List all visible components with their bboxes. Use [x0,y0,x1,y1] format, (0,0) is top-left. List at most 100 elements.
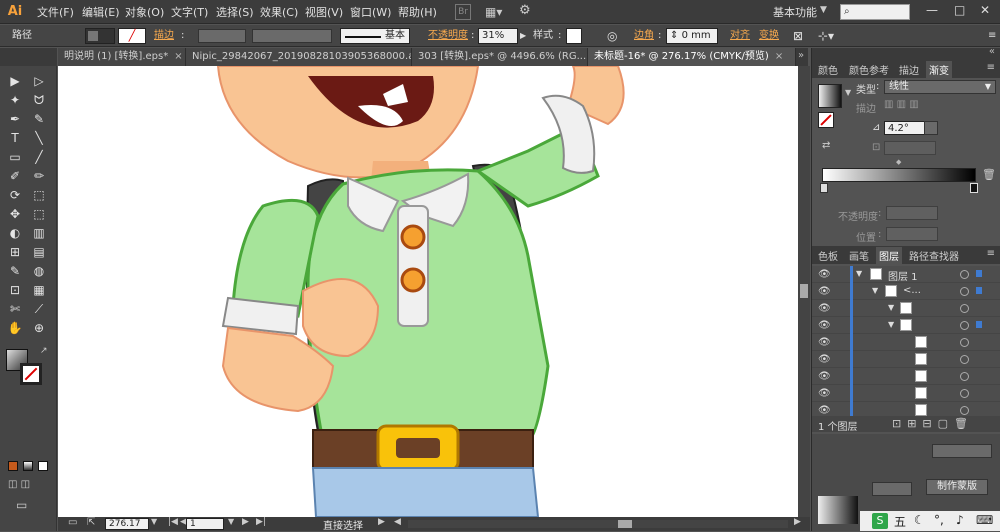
transform-button[interactable]: 变换 [759,28,779,44]
draw-mode-icon[interactable]: ◫ ◫ [8,479,30,490]
swap-colors-icon[interactable]: ↗ [40,346,48,356]
reverse-gradient-icon[interactable]: ⇄ [822,140,830,151]
layer-actions-icons[interactable]: ⊡⊞⊟▢🗑 [892,417,974,430]
tool-icon[interactable]: ✒ [6,110,24,128]
midpoint-diamond-icon[interactable]: ◆ [896,158,901,166]
minimize-button[interactable]: — [926,3,938,17]
tool-icon[interactable]: ✏ [30,167,48,185]
transparency-opacity-input[interactable] [932,444,992,458]
options-icon[interactable]: ⊹▾ [818,28,834,44]
zoom-input[interactable]: 276.17 [105,518,149,530]
status-menu-icon[interactable]: ▶ [378,517,385,527]
angle-dropdown[interactable] [924,121,938,135]
chevron-down-icon[interactable]: ▼ [228,517,234,526]
panel-menu-icon[interactable]: ≡ [988,28,996,44]
close-icon[interactable]: × [174,51,182,62]
layer-row[interactable]: 👁 [812,334,1000,351]
eye-icon[interactable]: 👁 [818,371,831,382]
gradient-position-input[interactable] [886,227,938,241]
tool-icon[interactable]: ▭ [6,148,24,166]
close-icon[interactable]: × [775,51,783,62]
menu-type[interactable]: 文字(T) [171,4,208,20]
next-page-icon[interactable]: ▶ [242,517,249,527]
brush-dropdown[interactable]: 基本 [340,28,410,44]
scroll-left-icon[interactable]: ◀ [394,517,401,527]
layer-row[interactable]: 👁 ▼ 图层 1 [812,266,1000,283]
workspace-switcher[interactable]: 基本功能 [773,4,817,20]
color-stop-left[interactable] [820,183,828,193]
eye-icon[interactable]: 👁 [818,286,831,297]
menu-select[interactable]: 选择(S) [216,4,254,20]
tool-icon[interactable]: ✦ [6,91,24,109]
tab-color[interactable]: 颜色 [818,62,838,77]
layer-row[interactable]: 👁 ▼ [812,300,1000,317]
selection-indicator[interactable] [976,270,982,277]
ime-mode-icon[interactable]: 五 [894,513,906,530]
stroke-label[interactable]: 描边 [154,28,174,44]
disclosure-triangle-icon[interactable]: ▼ [888,303,894,312]
tool-icon[interactable]: ╱ [30,148,48,166]
gpu-icon[interactable]: ⚙ [519,3,537,21]
tool-icon[interactable]: T [6,129,24,147]
variable-width-dropdown[interactable] [252,29,332,43]
tab-pathfinder[interactable]: 路径查找器 [909,248,959,263]
menu-effect[interactable]: 效果(C) [260,4,298,20]
menu-file[interactable]: 文件(F) [37,4,74,20]
chevron-right-icon[interactable]: ▶ [520,28,526,44]
arrange-docs-icon[interactable]: ▦▾ [485,4,511,20]
close-button[interactable]: ✕ [980,3,990,17]
first-page-icon[interactable]: |◀ [168,517,178,527]
corner-label[interactable]: 边角 [634,28,654,44]
layer-row[interactable]: 👁 ▼ <... [812,283,1000,300]
tool-icon[interactable]: ⊕ [30,319,48,337]
tool-icon[interactable]: ▥ [30,224,48,242]
gradient-mode-icon[interactable] [23,461,33,471]
tool-icon[interactable]: ⬚ [30,205,48,223]
style-swatch[interactable] [566,28,582,44]
keyboard-icon[interactable]: ⌨ [976,513,993,527]
color-mode-icon[interactable] [8,461,18,471]
eye-icon[interactable]: 👁 [818,354,831,365]
moon-icon[interactable]: ☾ [914,513,925,527]
tool-icon[interactable]: ▦ [30,281,48,299]
layer-name[interactable]: <... [903,285,921,296]
tool-icon[interactable]: ⬚ [30,186,48,204]
tool-icon[interactable]: ✋ [6,319,24,337]
gradient-type-dropdown[interactable]: 线性 ▼ [884,80,996,94]
tool-icon[interactable]: ✎ [30,110,48,128]
selection-indicator[interactable] [976,321,982,328]
gradient-opacity-input[interactable] [886,206,938,220]
layer-row[interactable]: 👁 [812,351,1000,368]
tool-icon[interactable]: ▷ [30,72,48,90]
page-input[interactable]: 1 [186,518,224,530]
ime-logo-icon[interactable]: S [872,513,888,529]
stroke-color-box[interactable] [20,363,42,385]
tool-icon[interactable]: ✐ [6,167,24,185]
scroll-right-icon[interactable]: ▶ [794,517,801,527]
chevron-down-icon[interactable]: ▼ [151,517,157,526]
layer-name[interactable]: 图层 1 [888,268,918,283]
target-icon[interactable] [960,406,969,415]
target-icon[interactable] [960,355,969,364]
menu-object[interactable]: 对象(O) [125,4,164,20]
stroke-swatch[interactable]: ╱ [118,28,146,44]
chevron-down-icon[interactable]: ▼ [820,5,827,15]
target-icon[interactable] [960,372,969,381]
scrollbar-thumb[interactable] [800,284,808,298]
tab-swatches[interactable]: 色板 [818,248,838,263]
tab-doc-1[interactable]: 明说明 (1) [转换].eps* × [58,48,186,66]
target-icon[interactable] [960,338,969,347]
tab-doc-active[interactable]: 未标题-16* @ 276.17% (CMYK/预览) × [588,48,796,66]
microphone-icon[interactable]: ♪ [956,513,964,527]
target-icon[interactable] [960,304,969,313]
search-input[interactable]: ⌕ [840,4,910,20]
layer-row[interactable]: 👁 ▼ [812,317,1000,334]
eye-icon[interactable]: 👁 [818,269,831,280]
screen-mode-icon[interactable]: ▭ [16,498,27,512]
target-icon[interactable] [960,287,969,296]
tool-icon[interactable]: ▶ [6,72,24,90]
stroke-gradient-options[interactable]: ▥ ▥ ▥ [884,99,932,113]
menu-view[interactable]: 视图(V) [305,4,343,20]
fill-swatch[interactable] [85,28,115,44]
menu-window[interactable]: 窗口(W) [350,4,391,20]
